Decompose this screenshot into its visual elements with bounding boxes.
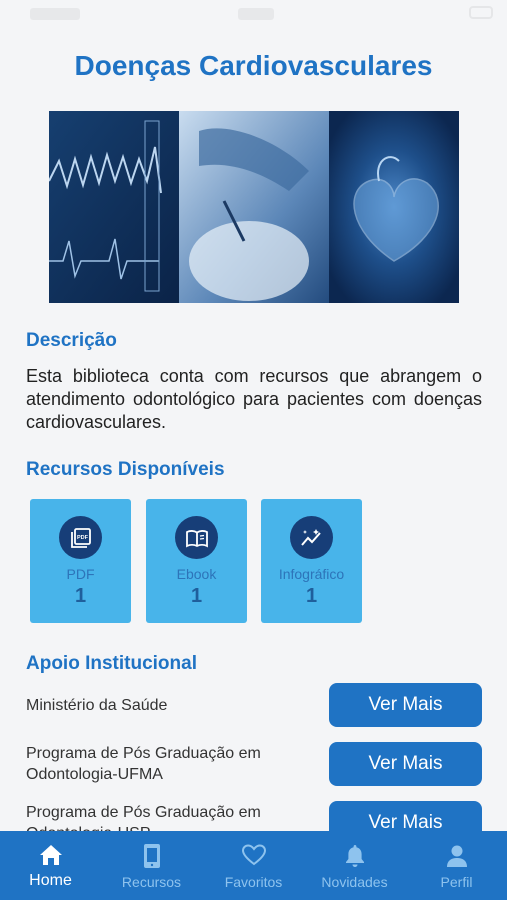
battery-icon	[469, 6, 493, 19]
ver-mais-button[interactable]: Ver Mais	[329, 683, 482, 727]
heart-icon	[241, 844, 267, 866]
tab-recursos[interactable]: Recursos	[101, 831, 202, 900]
tab-label: Favoritos	[224, 874, 283, 890]
resource-card-label: PDF	[66, 566, 95, 582]
resource-card-ebook[interactable]: Ebook 1	[146, 499, 247, 623]
tab-label: Home	[29, 872, 72, 889]
svg-text:PDF: PDF	[77, 535, 89, 541]
resource-card-count: 1	[305, 585, 318, 607]
status-bar	[0, 0, 507, 30]
tab-label: Perfil	[440, 874, 473, 890]
apoio-item: Ministério da Saúde Ver Mais	[26, 683, 482, 727]
resource-card-label: Infográfico	[278, 566, 345, 582]
apoio-item: Programa de Pós Graduação em Odontologia…	[26, 742, 482, 786]
resource-card-count: 1	[74, 585, 87, 607]
book-icon	[175, 516, 218, 559]
screen: Doenças Cardiovasculares Descrição Esta …	[0, 0, 507, 900]
hero-image	[49, 111, 459, 303]
resource-card-count: 1	[190, 585, 203, 607]
descricao-text: Esta biblioteca conta com recursos que a…	[26, 366, 482, 432]
bell-icon	[346, 845, 364, 867]
resource-card-label: Ebook	[176, 566, 217, 582]
apoio-item-name: Programa de Pós Graduação em Odontologia…	[26, 745, 261, 783]
chart-icon	[290, 516, 333, 559]
page-title: Doenças Cardiovasculares	[74, 50, 433, 81]
descricao-heading: Descrição	[26, 330, 117, 351]
resource-card-pdf[interactable]: PDF PDF 1	[30, 499, 131, 623]
apoio-item-name: Ministério da Saúde	[26, 697, 168, 714]
tab-home[interactable]: Home	[0, 831, 101, 900]
status-time	[30, 8, 80, 20]
home-icon	[40, 845, 62, 865]
apoio-heading: Apoio Institucional	[26, 653, 197, 674]
status-center	[238, 8, 274, 20]
ver-mais-button[interactable]: Ver Mais	[329, 742, 482, 786]
tab-novidades[interactable]: Novidades	[304, 831, 405, 900]
bottom-tab-bar: Home Recursos Favoritos Novidades Perfil	[0, 831, 507, 900]
tab-label: Recursos	[121, 874, 182, 890]
pdf-icon: PDF	[59, 516, 102, 559]
tablet-icon	[144, 844, 160, 868]
tab-favoritos[interactable]: Favoritos	[203, 831, 304, 900]
tab-label: Novidades	[321, 874, 388, 890]
recursos-cards: PDF PDF 1 Ebook 1 Infográfico 1	[30, 499, 365, 623]
person-icon	[447, 845, 467, 867]
resource-card-infografico[interactable]: Infográfico 1	[261, 499, 362, 623]
tab-perfil[interactable]: Perfil	[406, 831, 507, 900]
recursos-heading: Recursos Disponíveis	[26, 459, 225, 480]
